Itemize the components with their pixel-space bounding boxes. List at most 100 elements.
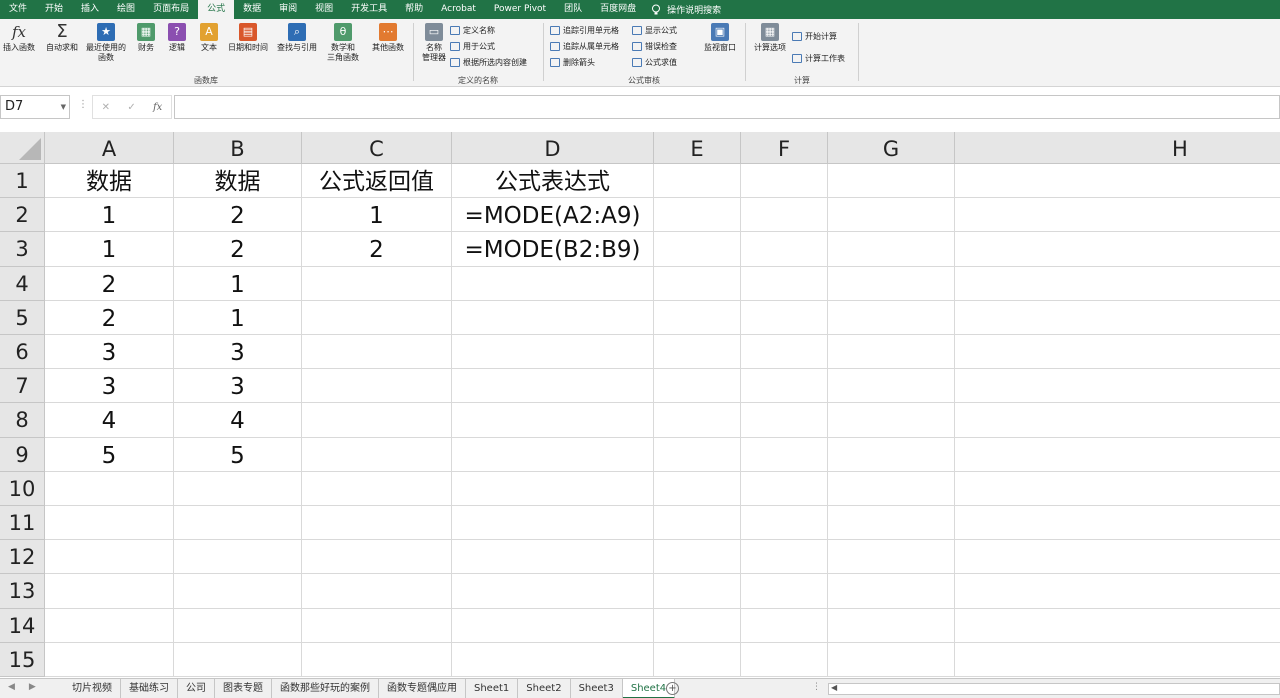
cell-a15[interactable] xyxy=(45,642,174,677)
cell-e15[interactable] xyxy=(654,642,741,677)
row-header[interactable]: 5 xyxy=(0,300,45,335)
date-time-button[interactable]: ▤ 日期和时间 xyxy=(226,23,270,53)
cell-a4[interactable]: 2 xyxy=(45,266,174,301)
cell-f14[interactable] xyxy=(741,608,828,643)
cell-h4[interactable] xyxy=(955,267,1280,301)
use-in-formula-button[interactable]: 用于公式 xyxy=(450,41,495,52)
menu-tab[interactable]: 视图 xyxy=(306,0,342,19)
column-header-c[interactable]: C xyxy=(302,132,452,164)
cell-a9[interactable]: 5 xyxy=(45,437,174,472)
row-header[interactable]: 8 xyxy=(0,403,45,438)
row-header[interactable]: 15 xyxy=(0,642,45,677)
cell-h10[interactable] xyxy=(955,472,1280,506)
formula-input[interactable] xyxy=(174,95,1280,119)
cell-g15[interactable] xyxy=(828,642,955,677)
row-header[interactable]: 11 xyxy=(0,506,45,541)
cell-d1[interactable]: 公式表达式 xyxy=(452,164,654,199)
menu-tab[interactable]: 审阅 xyxy=(270,0,306,19)
cell-f4[interactable] xyxy=(741,266,828,301)
cell-b1[interactable]: 数据 xyxy=(174,164,302,199)
menu-tab[interactable]: 页面布局 xyxy=(144,0,198,19)
cell-a2[interactable]: 1 xyxy=(45,198,174,233)
row-header[interactable]: 2 xyxy=(0,198,45,233)
cell-f1[interactable] xyxy=(741,164,828,199)
cell-e5[interactable] xyxy=(654,300,741,335)
cell-f7[interactable] xyxy=(741,369,828,404)
cell-e14[interactable] xyxy=(654,608,741,643)
cell-g10[interactable] xyxy=(828,471,955,506)
cell-c8[interactable] xyxy=(302,403,452,438)
menu-tab[interactable]: 开发工具 xyxy=(342,0,396,19)
cell-b5[interactable]: 1 xyxy=(174,300,302,335)
cell-g1[interactable] xyxy=(828,164,955,199)
horizontal-scrollbar[interactable]: ◀ xyxy=(828,683,1280,695)
column-header-f[interactable]: F xyxy=(741,132,828,164)
menu-tab[interactable]: Power Pivot xyxy=(485,0,555,19)
cell-a10[interactable] xyxy=(45,471,174,506)
tell-me-search[interactable]: 操作说明搜索 xyxy=(645,3,721,16)
worksheet-grid[interactable]: A B C D E F G H 1 数据 数据 公式返回值 公式表达式 2 1 2 1 =MODE(A2:A9) 3… xyxy=(0,132,1280,678)
fx-icon[interactable]: fx xyxy=(153,102,162,113)
cell-e3[interactable] xyxy=(654,232,741,267)
cell-f9[interactable] xyxy=(741,437,828,472)
sheet-tab[interactable]: 函数专题偶应用 xyxy=(379,679,466,698)
scrollbar-thumb[interactable] xyxy=(841,685,1041,693)
cell-c3[interactable]: 2 xyxy=(302,232,452,267)
trace-dependents-button[interactable]: 追踪从属单元格 xyxy=(550,41,619,52)
add-sheet-icon[interactable]: + xyxy=(666,682,679,695)
cell-c13[interactable] xyxy=(302,574,452,609)
cell-h8[interactable] xyxy=(955,403,1280,438)
cell-d4[interactable] xyxy=(452,266,654,301)
cell-f2[interactable] xyxy=(741,198,828,233)
cell-d8[interactable] xyxy=(452,403,654,438)
cell-c4[interactable] xyxy=(302,266,452,301)
cell-e1[interactable] xyxy=(654,164,741,199)
evaluate-formula-button[interactable]: 公式求值 xyxy=(632,57,677,68)
cell-e7[interactable] xyxy=(654,369,741,404)
menu-tab[interactable]: Acrobat xyxy=(432,0,485,19)
cell-b9[interactable]: 5 xyxy=(174,437,302,472)
recent-functions-button[interactable]: ★ 最近使用的 函数 xyxy=(83,23,129,63)
cell-c7[interactable] xyxy=(302,369,452,404)
sheet-tab[interactable]: Sheet3 xyxy=(571,679,623,698)
select-all-corner[interactable] xyxy=(0,132,45,164)
cell-d11[interactable] xyxy=(452,506,654,541)
cell-a1[interactable]: 数据 xyxy=(45,164,174,199)
cell-e11[interactable] xyxy=(654,506,741,541)
cell-d9[interactable] xyxy=(452,437,654,472)
column-header-g[interactable]: G xyxy=(828,132,955,164)
row-header[interactable]: 13 xyxy=(0,574,45,609)
cell-d7[interactable] xyxy=(452,369,654,404)
sheet-tab[interactable]: Sheet1 xyxy=(466,679,519,698)
cell-h9[interactable] xyxy=(955,438,1280,472)
row-header[interactable]: 12 xyxy=(0,540,45,575)
math-trig-button[interactable]: θ 数学和 三角函数 xyxy=(322,23,364,63)
column-header-b[interactable]: B xyxy=(174,132,302,164)
row-header[interactable]: 7 xyxy=(0,369,45,404)
text-button[interactable]: A 文本 xyxy=(197,23,221,53)
cell-h15[interactable] xyxy=(955,643,1280,677)
cell-d5[interactable] xyxy=(452,300,654,335)
cell-c1[interactable]: 公式返回值 xyxy=(302,164,452,199)
cell-d10[interactable] xyxy=(452,471,654,506)
cell-g7[interactable] xyxy=(828,369,955,404)
cell-f3[interactable] xyxy=(741,232,828,267)
cell-f15[interactable] xyxy=(741,642,828,677)
row-header[interactable]: 6 xyxy=(0,335,45,370)
cell-f12[interactable] xyxy=(741,540,828,575)
cell-c15[interactable] xyxy=(302,642,452,677)
cell-g5[interactable] xyxy=(828,300,955,335)
more-functions-button[interactable]: ⋯ 其他函数 xyxy=(368,23,408,53)
cell-g3[interactable] xyxy=(828,232,955,267)
cell-h6[interactable] xyxy=(955,335,1280,370)
cell-c11[interactable] xyxy=(302,506,452,541)
cell-b8[interactable]: 4 xyxy=(174,403,302,438)
sheet-tab[interactable]: 基础练习 xyxy=(121,679,178,698)
cell-c12[interactable] xyxy=(302,540,452,575)
cell-h2[interactable] xyxy=(955,198,1280,233)
sheet-tab[interactable]: 图表专题 xyxy=(215,679,272,698)
name-manager-button[interactable]: ▭ 名称 管理器 xyxy=(418,23,450,63)
lookup-reference-button[interactable]: ⌕ 查找与引用 xyxy=(274,23,320,53)
cell-b7[interactable]: 3 xyxy=(174,369,302,404)
enter-icon[interactable]: ✓ xyxy=(127,102,135,113)
